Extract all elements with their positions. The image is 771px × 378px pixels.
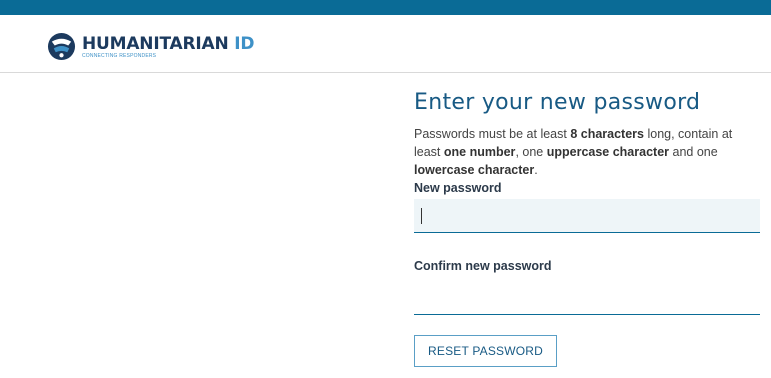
password-rules: Passwords must be at least 8 characters … [414,125,760,179]
logo-tagline: CONNECTING RESPONDERS [82,53,157,59]
logo-main-text: HUMANITARIAN [82,34,229,54]
rules-text: and one [669,145,718,159]
confirm-password-label: Confirm new password [414,259,552,273]
rules-text: Passwords must be at least [414,127,571,141]
logo-icon [47,32,76,61]
logo-id-text: ID [234,34,255,54]
confirm-password-field[interactable] [414,279,760,315]
reset-password-form: Enter your new password Passwords must b… [414,90,760,367]
rules-emphasis: one number [443,145,516,159]
reset-password-button[interactable]: RESET PASSWORD [414,335,558,367]
logo-wordmark: HUMANITARIAN ID CONNECTING RESPONDERS [82,35,254,59]
text-cursor [421,208,422,224]
rules-emphasis: lowercase character [414,163,535,177]
logo-title: HUMANITARIAN ID [82,35,254,53]
new-password-wrapper [414,199,760,233]
new-password-label: New password [414,181,502,195]
rules-emphasis: 8 characters [570,127,644,141]
new-password-field[interactable] [414,199,760,233]
humanitarian-id-logo[interactable]: HUMANITARIAN ID CONNECTING RESPONDERS [47,32,254,61]
page-title: Enter your new password [414,90,701,115]
rules-text: , one [515,145,547,159]
top-accent-bar [0,0,771,15]
rules-emphasis: uppercase character [546,145,670,159]
rules-text: . [534,163,538,177]
site-header: HUMANITARIAN ID CONNECTING RESPONDERS [0,15,771,73]
